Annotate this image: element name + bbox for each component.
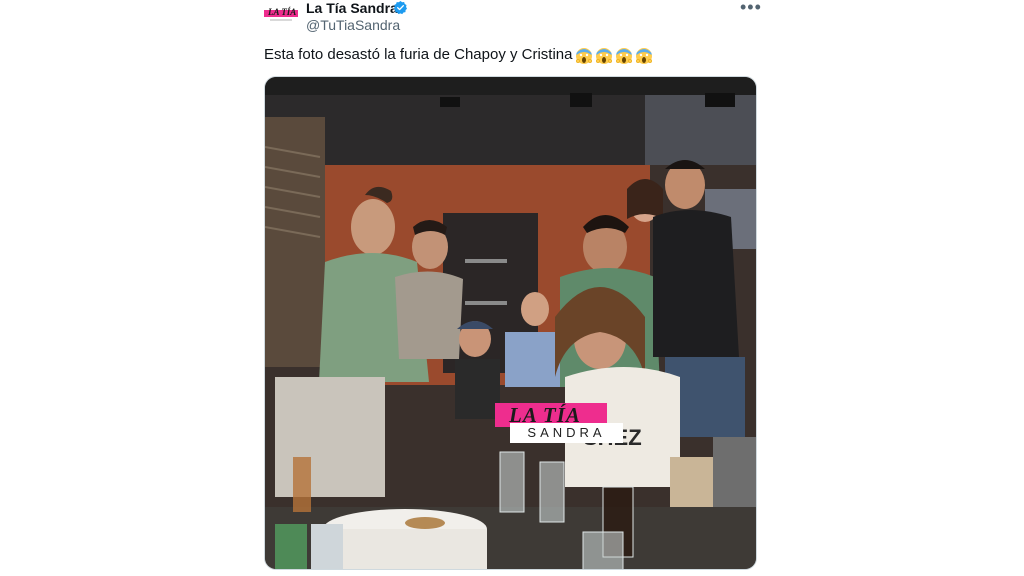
author-handle[interactable]: @TuTiaSandra — [306, 16, 400, 34]
avatar-logo-text: LA TÍA — [267, 7, 296, 17]
author-name[interactable]: La Tía Sandra — [306, 0, 398, 17]
screaming-face-icon — [595, 46, 613, 65]
screaming-face-icon — [575, 46, 593, 65]
verified-badge-icon — [393, 0, 408, 15]
screaming-face-icon — [635, 46, 653, 65]
tweet-photo[interactable]: SHEZ LA TÍA SANDRA — [264, 76, 757, 570]
avatar[interactable]: LA TÍA — [262, 0, 300, 26]
watermark-subtitle: SANDRA — [510, 423, 623, 443]
tweet-text: Esta foto desastó la furia de Chapoy y C… — [264, 44, 653, 66]
tweet-body: Esta foto desastó la furia de Chapoy y C… — [264, 46, 573, 63]
screaming-face-icon — [615, 46, 633, 65]
more-options-icon[interactable]: ••• — [740, 0, 762, 18]
